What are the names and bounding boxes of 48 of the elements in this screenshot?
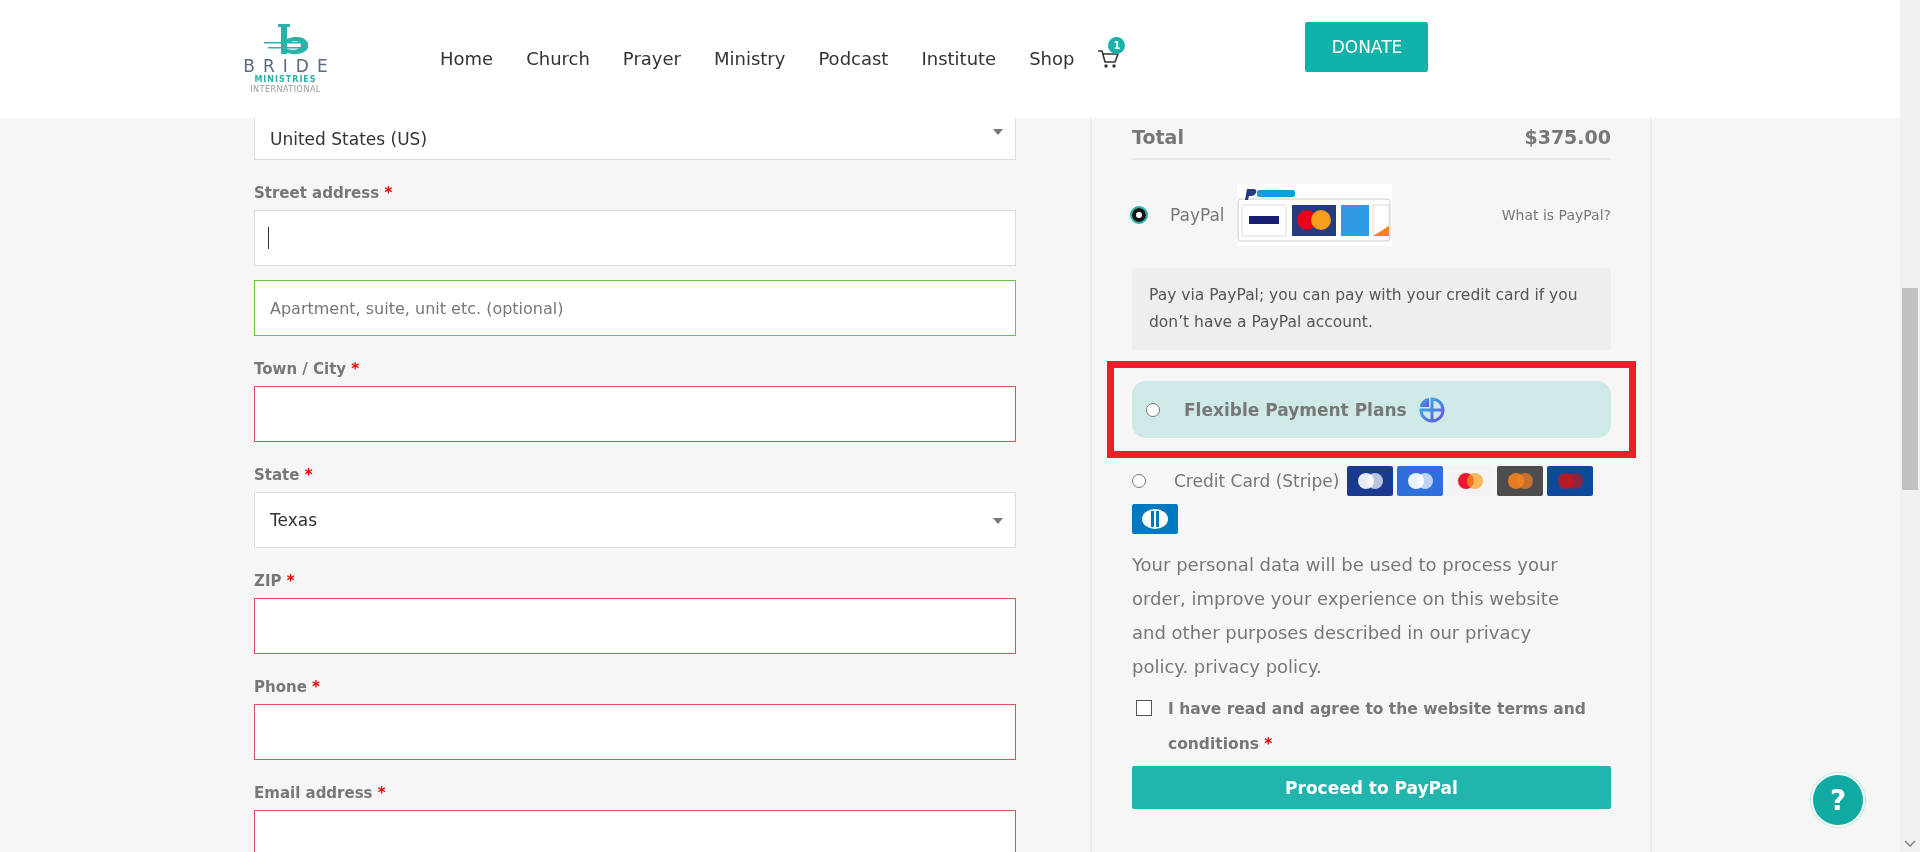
total-label: Total xyxy=(1132,126,1184,148)
dropdown-arrow-icon xyxy=(993,129,1003,135)
payment-label: Credit Card (Stripe) xyxy=(1174,471,1340,491)
field-label: Street address * xyxy=(254,184,394,202)
terms-checkbox[interactable] xyxy=(1136,700,1152,716)
nav-link[interactable]: Prayer xyxy=(622,47,681,69)
total-amount: $375.00 xyxy=(1524,126,1611,148)
pie-chart-icon xyxy=(1418,396,1445,423)
field-label: Phone * xyxy=(254,678,321,696)
logo-text: BRIDE xyxy=(243,57,336,75)
input-field[interactable] xyxy=(254,386,1016,442)
scrollbar[interactable] xyxy=(1900,0,1920,852)
nav-link[interactable]: Church xyxy=(526,47,590,69)
scrollbar-thumb[interactable] xyxy=(1902,288,1918,490)
field-label: Email address * xyxy=(254,784,387,802)
input-field[interactable]: Apartment, suite, unit etc. (optional) xyxy=(254,280,1016,336)
payment-card-icon xyxy=(1497,466,1544,496)
nav-link[interactable]: Shop xyxy=(1029,47,1075,69)
logo-tagline: INTERNATIONAL xyxy=(250,85,321,95)
input-field[interactable] xyxy=(254,704,1016,760)
cart-icon xyxy=(1097,49,1120,69)
select-field[interactable]: United States (US) xyxy=(254,118,1016,160)
radio-button[interactable] xyxy=(1146,402,1160,417)
payment-label: PayPal xyxy=(1170,205,1225,225)
payment-option-card[interactable]: Flexible Payment Plans xyxy=(1132,381,1611,438)
cart-count-badge: 1 xyxy=(1108,37,1126,54)
select-field[interactable]: Texas xyxy=(254,492,1016,548)
logo-subtitle: MINISTRIES xyxy=(254,75,317,85)
field-label: ZIP * xyxy=(254,572,296,590)
what-is-paypal-link[interactable]: What is PayPal? xyxy=(1501,207,1611,223)
payment-card-icon xyxy=(1397,466,1444,496)
payment-card-icon xyxy=(1132,504,1178,534)
dropdown-arrow-icon xyxy=(993,518,1003,524)
radio-button[interactable] xyxy=(1132,474,1146,488)
nav-link[interactable]: Podcast xyxy=(818,47,889,69)
terms-label: I have read and agree to the website terms and conditions * xyxy=(1168,699,1587,755)
field-label: Town / City * xyxy=(254,360,361,378)
payment-card-icon xyxy=(1547,466,1594,496)
privacy-text: Your personal data will be used to process your order, improve your experience on this website and other purposes described in our privacy policy. privacy policy. xyxy=(1132,553,1560,679)
payment-description: Pay via PayPal; you can pay with your credit card if you don’t have a PayPal account. xyxy=(1132,268,1611,350)
payment-card-icon xyxy=(1347,466,1394,496)
nav-link[interactable]: Institute xyxy=(921,47,997,69)
radio-button[interactable] xyxy=(1132,208,1146,222)
field-label: State * xyxy=(254,466,314,484)
input-field[interactable] xyxy=(254,810,1016,852)
input-field[interactable] xyxy=(254,598,1016,654)
nav-link[interactable]: Ministry xyxy=(713,47,786,69)
nav-link[interactable]: Home xyxy=(440,47,494,69)
